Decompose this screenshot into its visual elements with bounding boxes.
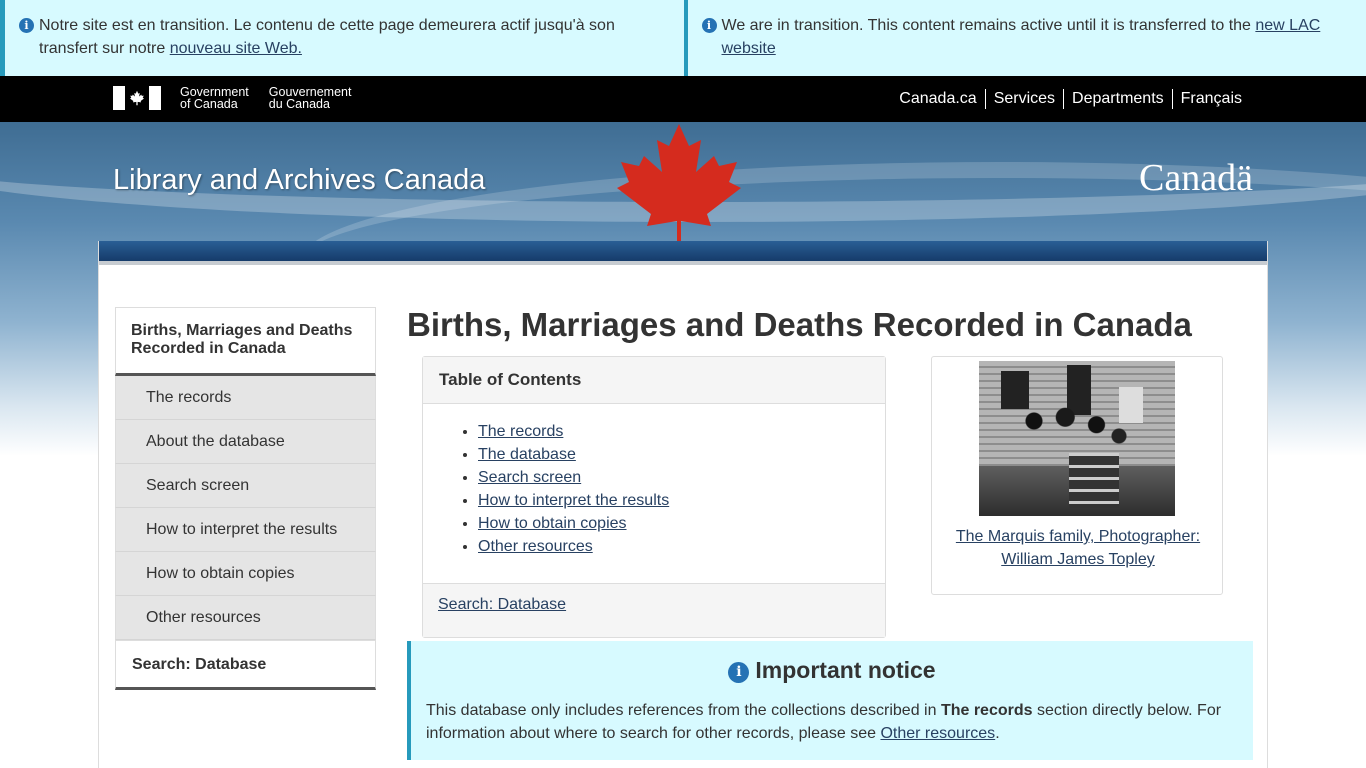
sidebar-item-about-database[interactable]: About the database — [115, 420, 376, 464]
table-of-contents: Table of Contents The records The databa… — [422, 356, 886, 638]
important-notice: i Important notice This database only inc… — [407, 641, 1253, 760]
notice-body: This database only includes references f… — [426, 702, 1222, 742]
sidebar-item-search-screen[interactable]: Search screen — [115, 464, 376, 508]
notice-bold-records: The records — [940, 702, 1033, 719]
new-site-link-fr[interactable]: nouveau site Web. — [170, 40, 302, 57]
sidebar-item-search-database[interactable]: Search: Database — [115, 640, 376, 690]
notice-title-text: Important notice — [755, 657, 936, 683]
banner-en-text: We are in transition. This content remai… — [721, 17, 1256, 34]
info-icon: i — [19, 18, 34, 33]
toc-link-search-screen[interactable]: Search screen — [478, 469, 581, 486]
gouvernement-du-canada-label: Gouvernement du Canada — [268, 85, 352, 111]
transition-banner-fr: i Notre site est en transition. Le conte… — [0, 0, 684, 76]
transition-banners: i Notre site est en transition. Le conte… — [0, 0, 1366, 76]
list-item: Other resources — [478, 535, 885, 558]
government-nav: Canada.ca Services Departments Français — [891, 89, 1250, 109]
list-item: How to obtain copies — [478, 512, 885, 535]
sidebar-item-the-records[interactable]: The records — [115, 376, 376, 420]
list-item: The records — [478, 420, 885, 443]
marquis-family-photo[interactable] — [979, 361, 1175, 516]
site-title[interactable]: Library and Archives Canada — [113, 164, 485, 197]
toc-link-obtain-copies[interactable]: How to obtain copies — [478, 515, 627, 532]
photo-card: The Marquis family, Photographer: Willia… — [931, 356, 1223, 595]
nav-departments[interactable]: Departments — [1063, 89, 1172, 109]
photo-caption-link[interactable]: The Marquis family, Photographer: Willia… — [956, 528, 1200, 568]
toc-link-interpret-results[interactable]: How to interpret the results — [478, 492, 669, 509]
search-database-link[interactable]: Search: Database — [438, 596, 566, 613]
page-title: Births, Marriages and Deaths Recorded in… — [407, 306, 1192, 343]
sidebar-item-other-resources[interactable]: Other resources — [115, 596, 376, 640]
nav-canada-ca[interactable]: Canada.ca — [891, 89, 984, 109]
nav-services[interactable]: Services — [984, 89, 1063, 109]
content-frame: Births, Marriages and Deaths Recorded in… — [98, 241, 1268, 768]
government-of-canada-label: Government of Canada — [180, 85, 249, 111]
maple-leaf-icon — [617, 124, 741, 242]
toc-link-other-resources[interactable]: Other resources — [478, 538, 593, 555]
frame-top-bar — [99, 241, 1267, 265]
list-item: Search screen — [478, 466, 885, 489]
toc-link-the-database[interactable]: The database — [478, 446, 576, 463]
sidebar-nav: Births, Marriages and Deaths Recorded in… — [115, 307, 376, 690]
toc-heading: Table of Contents — [423, 357, 885, 404]
sidebar-heading[interactable]: Births, Marriages and Deaths Recorded in… — [115, 307, 376, 376]
info-icon: i — [728, 662, 750, 683]
toc-link-the-records[interactable]: The records — [478, 423, 563, 440]
list-item: The database — [478, 443, 885, 466]
toc-footer: Search: Database — [423, 583, 885, 637]
banner-fr-text: Notre site est en transition. Le contenu… — [39, 17, 615, 57]
other-resources-link[interactable]: Other resources — [880, 725, 995, 742]
toc-list: The records The database Search screen H… — [478, 420, 885, 558]
nav-francais[interactable]: Français — [1171, 89, 1250, 109]
sidebar-item-obtain-copies[interactable]: How to obtain copies — [115, 552, 376, 596]
transition-banner-en: i We are in transition. This content rem… — [683, 0, 1366, 76]
canada-wordmark: Canadä — [1139, 157, 1253, 199]
sidebar-item-interpret-results[interactable]: How to interpret the results — [115, 508, 376, 552]
canada-flag-icon — [113, 86, 161, 110]
notice-title: i Important notice — [411, 657, 1253, 684]
info-icon: i — [701, 18, 717, 33]
photo-caption: The Marquis family, Photographer: Willia… — [942, 525, 1214, 571]
government-signature[interactable]: Government of Canada Gouvernement du Canad… — [113, 86, 351, 110]
list-item: How to interpret the results — [478, 489, 885, 512]
government-bar: Government of Canada Gouvernement du Canad… — [0, 76, 1366, 122]
